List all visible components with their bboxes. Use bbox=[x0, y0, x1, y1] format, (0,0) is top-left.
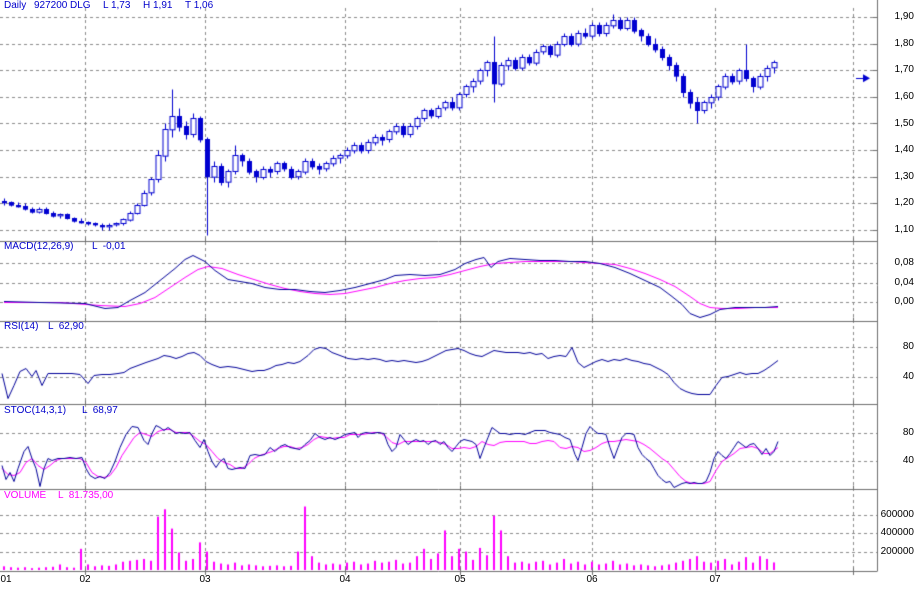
macd-axis-tick-label: 0,00 bbox=[894, 296, 914, 307]
price-axis-tick-label: 1,20 bbox=[894, 197, 914, 209]
stoc-axis-tick-label: 40 bbox=[902, 455, 914, 466]
macd-axis-tick-label: 0,08 bbox=[894, 257, 914, 268]
volume-axis-tick-label: 600000 bbox=[880, 508, 914, 520]
last-price-label: L 1,73 bbox=[103, 0, 131, 11]
volume-panel-title: VOLUME bbox=[4, 490, 47, 501]
month-label: 07 bbox=[709, 574, 721, 585]
macd-panel-title: MACD(12,26,9) bbox=[4, 241, 74, 252]
price-axis-tick-label: 1,80 bbox=[894, 37, 914, 49]
month-label: 04 bbox=[339, 574, 351, 585]
macd-axis-tick-label: 0,04 bbox=[894, 276, 914, 288]
t-price-label: T 1,06 bbox=[185, 0, 214, 11]
symbol-code: 927200 bbox=[34, 0, 68, 11]
price-axis-tick-label: 1,50 bbox=[894, 117, 914, 129]
rsi-axis-tick-label: 40 bbox=[902, 371, 914, 382]
price-axis-tick-label: 1,90 bbox=[894, 11, 914, 22]
volume-axis-tick-label: 200000 bbox=[880, 545, 914, 557]
stoc-panel-value: L 68,97 bbox=[82, 405, 118, 416]
volume-axis-tick-label: 400000 bbox=[880, 527, 914, 539]
price-chart-canvas[interactable] bbox=[0, 0, 918, 590]
rsi-panel-title: RSI(14) bbox=[4, 321, 39, 332]
high-price-label: H 1,91 bbox=[143, 0, 173, 11]
price-axis-tick-label: 1,40 bbox=[894, 144, 914, 156]
price-axis-tick-label: 1,30 bbox=[894, 170, 914, 182]
price-axis-tick-label: 1,60 bbox=[894, 90, 914, 102]
macd-panel-value: L -0,01 bbox=[92, 241, 126, 252]
month-label: 06 bbox=[586, 574, 598, 585]
month-label: 01 bbox=[0, 574, 12, 585]
stoc-axis-tick-label: 80 bbox=[902, 427, 914, 438]
rsi-axis-tick-label: 80 bbox=[902, 341, 914, 352]
price-axis-tick-label: 1,10 bbox=[894, 224, 914, 235]
month-label: 05 bbox=[454, 574, 466, 585]
month-label: 02 bbox=[79, 574, 91, 585]
rsi-panel-value: L 62,90 bbox=[48, 321, 84, 332]
chart-window: Daily 927200 DLG L 1,73 H 1,91 T 1,06 MA… bbox=[0, 0, 918, 590]
price-axis-tick-label: 1,70 bbox=[894, 64, 914, 76]
month-label: 03 bbox=[199, 574, 211, 585]
stoc-panel-title: STOC(14,3,1) bbox=[4, 405, 67, 416]
volume-panel-value: L 81.735,00 bbox=[58, 490, 114, 501]
period-label: Daily bbox=[4, 0, 27, 11]
symbol-name: DLG bbox=[70, 0, 91, 11]
